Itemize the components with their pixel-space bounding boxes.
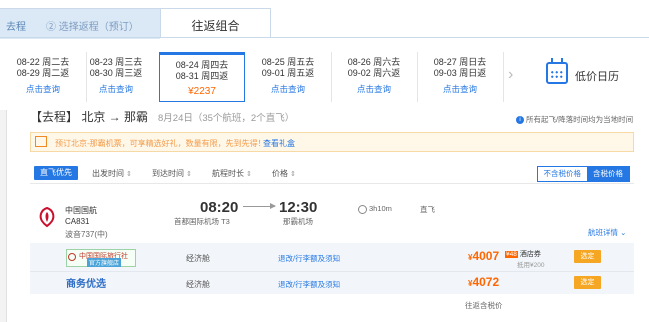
agency-subtitle: 官方旗舰店 bbox=[87, 258, 122, 267]
tab-step1-label: 去程 bbox=[6, 22, 26, 33]
info-icon: i bbox=[516, 116, 524, 125]
time-note: i 所有起飞/降落时间均为当地时间 bbox=[516, 114, 633, 125]
tab-step2-label: ② 选择返程（预订） bbox=[46, 22, 139, 33]
leg-meta: 8月24日（35个航班，2个直飞） bbox=[158, 113, 295, 124]
fare-row: 经济舱 退改/行李额及须知 ¥4072 选定 bbox=[30, 271, 634, 294]
direct-first-button[interactable]: 直飞优先 bbox=[34, 166, 78, 180]
aircraft-type[interactable]: 波音737(中) bbox=[65, 229, 108, 240]
date-option[interactable]: 08-27 周日去 09-03 周日返 点击查询 bbox=[417, 52, 504, 102]
date-return: 09-02 周六返 bbox=[347, 68, 401, 78]
departure-time: 08:20 bbox=[200, 199, 239, 216]
date-depart: 08-23 周三去 bbox=[89, 57, 143, 67]
tab-roundtrip-combo[interactable]: 往返组合 bbox=[160, 8, 271, 38]
date-depart: 08-25 周五去 bbox=[261, 57, 315, 67]
flight-number: CA831 bbox=[65, 217, 90, 226]
date-return: 08-30 周三返 bbox=[89, 68, 143, 78]
tab-select-return[interactable]: 去程 ② 选择返程（预订） bbox=[0, 8, 160, 39]
fare-price-value: 4072 bbox=[472, 275, 500, 289]
date-price: ¥2237 bbox=[188, 86, 216, 97]
date-option[interactable]: 08-25 周五去 09-01 周五返 点击查询 bbox=[245, 52, 332, 102]
roundtrip-price-note: 往返含税价 bbox=[465, 301, 503, 310]
sort-departure-time[interactable]: 出发时间 bbox=[92, 168, 132, 179]
side-panel-edge bbox=[0, 110, 7, 322]
cabin-class: 经济舱 bbox=[186, 254, 210, 263]
cabin-class: 经济舱 bbox=[186, 280, 210, 289]
date-depart: 08-24 周四去 bbox=[175, 60, 229, 70]
agency-logo-mark-icon bbox=[68, 253, 76, 261]
flight-row bbox=[30, 197, 634, 242]
business-choice-label: 商务优选 bbox=[66, 279, 106, 290]
hotel-coupon: ¥48 酒店券 抵用¥200 bbox=[505, 249, 544, 269]
date-query-link[interactable]: 点击查询 bbox=[73, 83, 159, 95]
sort-bar: 直飞优先 出发时间 到达时间 航程时长 价格 不含税价格 含税价格 bbox=[30, 163, 634, 184]
tax-toggle[interactable]: 不含税价格 含税价格 bbox=[536, 166, 630, 182]
fare-price: ¥4007 bbox=[468, 249, 500, 263]
view-gift-link[interactable]: 查看礼盒 bbox=[263, 138, 295, 149]
agency-logo: 中国国际旅行社 官方旗舰店 bbox=[66, 249, 136, 267]
date-query-link[interactable]: 点击查询 bbox=[417, 83, 503, 95]
fare-rules-link[interactable]: 退改/行李额及须知 bbox=[278, 279, 340, 290]
date-depart: 08-27 周日去 bbox=[433, 57, 487, 67]
select-fare-button[interactable]: 选定 bbox=[574, 276, 601, 289]
toggle-incl-tax[interactable]: 含税价格 bbox=[587, 167, 629, 181]
sort-price[interactable]: 价格 bbox=[272, 168, 296, 179]
date-return: 09-01 周五返 bbox=[261, 68, 315, 78]
airline-info: 中国国航 CA831 bbox=[65, 205, 97, 227]
coupon-sub: 抵用¥200 bbox=[517, 262, 545, 269]
date-option[interactable]: 08-23 周三去 08-30 周三返 点击查询 bbox=[73, 52, 160, 102]
stop-info: 直飞 bbox=[420, 205, 435, 214]
promo-text: 预订北京-那霸机票，可享精选好礼，数量有限，先到先得！ bbox=[55, 139, 266, 148]
date-return: 09-03 周日返 bbox=[433, 68, 487, 78]
sort-arrival-time[interactable]: 到达时间 bbox=[152, 168, 192, 179]
flight-details-link[interactable]: 航班详情 ⌄ bbox=[588, 227, 626, 238]
fare-price: ¥4072 bbox=[468, 275, 500, 289]
departure-airport: 首都国际机场 T3 bbox=[174, 217, 230, 226]
leg-title: 【去程】 北京 → 那霸 bbox=[30, 110, 149, 124]
air-china-logo-icon bbox=[39, 206, 55, 228]
duration-text: 3h10m bbox=[369, 204, 392, 213]
flight-duration: 3h10m bbox=[358, 204, 392, 214]
calendar-grid-icon bbox=[550, 70, 564, 80]
date-return: 08-31 周四返 bbox=[175, 71, 229, 81]
toggle-excl-tax[interactable]: 不含税价格 bbox=[537, 167, 587, 181]
coupon-label: 酒店券 bbox=[519, 251, 541, 258]
promo-banner: 预订北京-那霸机票，可享精选好礼，数量有限，先到先得！ 查看礼盒 bbox=[30, 132, 634, 152]
sort-duration[interactable]: 航程时长 bbox=[212, 168, 252, 179]
date-option[interactable]: 08-26 周六去 09-02 周六返 点击查询 bbox=[331, 52, 418, 102]
clock-icon bbox=[358, 204, 367, 214]
date-query-link[interactable]: 点击查询 bbox=[245, 83, 331, 95]
date-query-link[interactable]: 点击查询 bbox=[331, 83, 417, 95]
arrival-time: 12:30 bbox=[279, 199, 318, 216]
route-arrow-icon bbox=[243, 203, 276, 209]
date-depart: 08-26 周六去 bbox=[347, 57, 401, 67]
low-price-calendar-link[interactable]: 低价日历 bbox=[575, 68, 619, 84]
fare-price-value: 4007 bbox=[472, 249, 500, 263]
gift-icon bbox=[35, 136, 47, 147]
arrival-airport: 那霸机场 bbox=[283, 217, 313, 226]
select-fare-button[interactable]: 选定 bbox=[574, 250, 601, 263]
date-option-selected[interactable]: 08-24 周四去 08-31 周四返 ¥2237 bbox=[159, 52, 245, 102]
fare-rules-link[interactable]: 退改/行李额及须知 bbox=[278, 253, 340, 264]
divider bbox=[0, 37, 649, 38]
time-note-text: 所有起飞/降落时间均为当地时间 bbox=[526, 115, 634, 124]
tab-combo-label: 往返组合 bbox=[191, 19, 240, 33]
airline-name: 中国国航 bbox=[65, 206, 97, 215]
coupon-amount: ¥48 bbox=[505, 251, 518, 258]
chevron-right-icon[interactable]: › bbox=[508, 66, 513, 84]
